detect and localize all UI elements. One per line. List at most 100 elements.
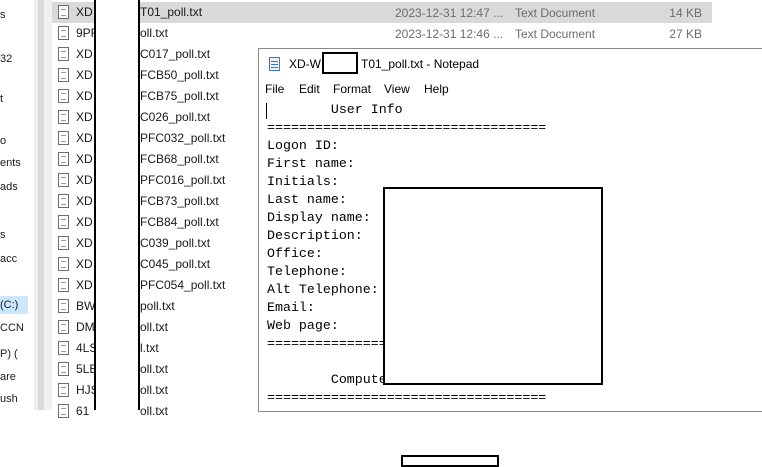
text-file-icon [58,131,69,145]
file-name-start: XD [76,194,93,208]
notepad-menubar: File Edit Format View Help [259,79,762,99]
nav-item[interactable]: CCN [0,319,24,337]
nav-item[interactable]: ush [0,390,18,408]
file-name-end: oll.txt [140,320,169,334]
text-file-icon [58,173,69,187]
file-name-start: XD [76,131,93,145]
text-file-icon [58,278,69,292]
file-date: 2023-12-31 12:47 ... [395,6,504,20]
notepad-text-line: First name: [267,156,355,171]
file-name-end: FCB73_poll.txt [140,194,219,208]
text-file-icon [58,110,69,124]
file-name-start: XD [76,47,93,61]
computer-info-redaction-box [401,455,499,467]
text-file-icon [58,257,69,271]
file-name-start: XD [76,152,93,166]
file-name-start: XD [76,236,93,250]
text-file-icon [58,89,69,103]
navigation-pane: s 32 t o ents ads s acc (C:) CCN P) ( are ush [0,0,34,410]
navigation-pane-scrollbar-thumb[interactable] [38,0,44,410]
file-row[interactable]: XD T01_poll.txt 2023-12-31 12:47 ... Text D… [52,2,712,23]
file-name-end: l.txt [140,341,159,355]
text-file-icon [58,194,69,208]
file-name-start: XD [76,110,93,124]
text-file-icon [58,47,69,61]
file-name-end: PFC032_poll.txt [140,131,226,145]
file-name-end: FCB84_poll.txt [140,215,219,229]
text-file-icon [58,362,69,376]
text-file-icon [58,152,69,166]
file-name-start: XD [76,5,93,19]
file-type: Text Document [515,6,596,20]
text-file-icon [58,383,69,397]
nav-item[interactable]: acc [0,250,17,268]
notepad-text-line: =================================== [267,120,547,135]
file-name-end: PFC016_poll.txt [140,173,226,187]
notepad-text-line: Description: [267,228,363,243]
file-name-end: oll.txt [140,26,169,40]
file-size: 27 KB [669,27,702,41]
text-file-icon [58,236,69,250]
text-caret [266,103,267,119]
text-file-icon [58,5,69,19]
file-name-start: XD [76,215,93,229]
file-name-end: poll.txt [140,299,175,313]
menu-view[interactable]: View [384,82,410,96]
file-size: 14 KB [669,6,702,20]
menu-file[interactable]: File [265,82,284,96]
file-date: 2023-12-31 12:46 ... [395,27,504,41]
nav-item[interactable]: (C:) [0,296,28,314]
file-name-end: oll.txt [140,383,169,397]
text-file-icon [58,68,69,82]
file-name-end: T01_poll.txt [140,5,203,19]
notepad-app-icon [269,57,280,71]
text-file-icon [58,26,69,40]
file-name-start: XD [76,68,93,82]
notepad-text-area[interactable]: =================================== Comp… [265,101,762,467]
notepad-text-line: =================================== [267,390,547,405]
menu-format[interactable]: Format [333,82,371,96]
notepad-text-line: Display name: [267,210,371,225]
text-file-icon [58,320,69,334]
notepad-text-line: Email: [267,300,315,315]
file-name-end: C045_poll.txt [140,257,211,271]
nav-item[interactable]: s [0,226,6,244]
nav-item[interactable]: ads [0,178,18,196]
nav-item[interactable]: 32 [0,50,12,68]
text-file-icon [58,404,69,418]
nav-item[interactable]: s [0,6,6,24]
file-row[interactable]: 9PF oll.txt 2023-12-31 12:46 ... Text Docum… [52,23,762,44]
file-name-end: C026_poll.txt [140,110,211,124]
nav-item[interactable]: o [0,132,6,150]
file-name-start: XD [76,89,93,103]
text-file-icon [58,341,69,355]
notepad-titlebar[interactable]: XD-W1 T01_poll.txt - Notepad [259,49,762,79]
text-file-icon [58,299,69,313]
file-name-end: FCB68_poll.txt [140,152,219,166]
notepad-text-line: User Info [267,102,403,117]
nav-item[interactable]: are [0,368,16,386]
nav-item[interactable]: t [0,90,3,108]
nav-item[interactable]: ents [0,154,21,172]
notepad-text-line: Initials: [267,174,339,189]
notepad-text-line: Office: [267,246,323,261]
file-name-start: XD [76,173,93,187]
text-file-icon [58,215,69,229]
nav-item[interactable]: P) ( [0,345,18,363]
file-name-start: XD [76,278,93,292]
notepad-text-line: Logon ID: [267,138,339,153]
notepad-window: XD-W1 T01_poll.txt - Notepad File Edit F… [258,48,762,467]
menu-edit[interactable]: Edit [299,82,320,96]
menu-help[interactable]: Help [424,82,449,96]
title-redaction-box [322,52,358,74]
notepad-text-line: Telephone: [267,264,347,279]
redaction-bar [94,0,140,410]
file-name-end: C039_poll.txt [140,236,211,250]
file-name-end: FCB75_poll.txt [140,89,219,103]
notepad-text-line: Alt Telephone: [267,282,379,297]
user-info-redaction-box [383,187,603,385]
file-name-start: XD [76,257,93,271]
file-name-end: C017_poll.txt [140,47,211,61]
file-name-end: PFC054_poll.txt [140,278,226,292]
notepad-text-line: Web page: [267,318,339,333]
